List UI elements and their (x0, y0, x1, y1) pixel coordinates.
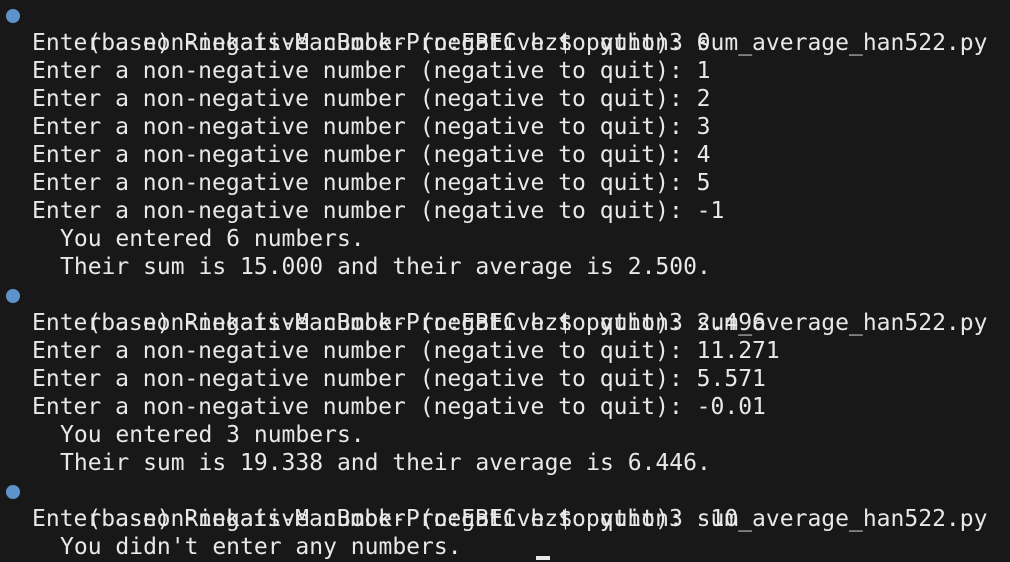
input-line: Enter a non-negative number (negative to… (32, 506, 739, 532)
command-line: (base) Rinkais-MacBook-Pro:EBEC hz$ pyth… (0, 477, 1010, 532)
result-line: You didn't enter any numbers. (60, 534, 462, 560)
command-line: (base) Rinkais-MacBook-Pro:EBEC hz$ pyth… (0, 1, 1010, 56)
result-line: You entered 6 numbers. (60, 226, 365, 252)
terminal-output[interactable]: (base) Rinkais-MacBook-Pro:EBEC hz$ pyth… (0, 0, 1010, 562)
input-line: Enter a non-negative number (negative to… (32, 198, 725, 224)
prompt-status-dot-icon (6, 485, 20, 499)
result-line: Their sum is 19.338 and their average is… (60, 450, 711, 476)
input-line: Enter a non-negative number (negative to… (32, 142, 711, 168)
result-line: You entered 3 numbers. (60, 422, 365, 448)
input-line: Enter a non-negative number (negative to… (32, 58, 711, 84)
text-cursor (536, 556, 550, 560)
input-line: Enter a non-negative number (negative to… (32, 30, 711, 56)
prompt-status-dot-icon (6, 9, 20, 23)
command-line: (base) Rinkais-MacBook-Pro:EBEC hz$ pyth… (0, 281, 1010, 336)
input-line: Enter a non-negative number (negative to… (32, 310, 766, 336)
input-line: Enter a non-negative number (negative to… (32, 366, 766, 392)
input-line: Enter a non-negative number (negative to… (32, 170, 711, 196)
result-line: Their sum is 15.000 and their average is… (60, 254, 711, 280)
input-line: Enter a non-negative number (negative to… (32, 394, 766, 420)
input-line: Enter a non-negative number (negative to… (32, 114, 711, 140)
input-line: Enter a non-negative number (negative to… (32, 338, 780, 364)
prompt-status-dot-icon (6, 289, 20, 303)
input-line: Enter a non-negative number (negative to… (32, 86, 711, 112)
